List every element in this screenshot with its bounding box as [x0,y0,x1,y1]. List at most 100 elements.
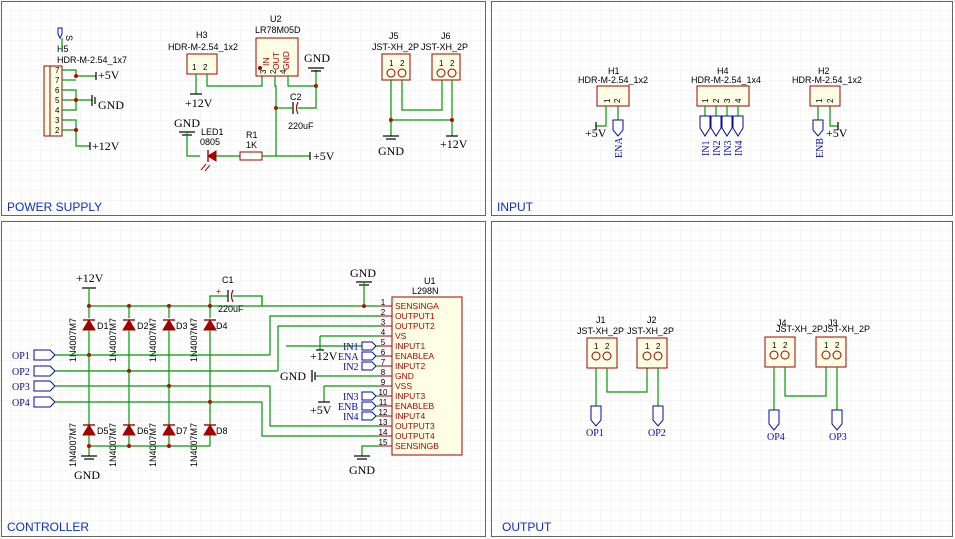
h5-pin-5: 5 [55,96,60,105]
in2-port-label: IN2 [712,140,723,156]
c1-ref: C1 [222,275,234,285]
u1-pin-number: 4 [381,328,386,337]
h5-pin-7b: 7 [55,76,60,85]
j5-pin-2: 2 [400,59,405,68]
j2-body [636,337,668,369]
h5-gnd-label: GND [98,98,124,112]
d2-ref: D2 [137,321,149,331]
u1-pin-number: 15 [379,438,388,447]
u1-pin-number: 3 [381,318,386,327]
diode-gnd-label: GND [74,468,100,482]
op1-port-shape [33,349,56,361]
j6-body [431,53,461,81]
ena-port-label: ENA [614,137,625,158]
j5-body [381,53,411,81]
h1-value: HDR-M-2.54_1x2 [578,75,648,85]
schematic-sheet: POWER SUPPLY INPUT CONTROLLER OUTPUT H5 … [0,0,955,539]
u1-pin-number: 9 [381,378,386,387]
u2-value: LR78M05D [255,25,301,35]
j4-body [764,336,796,368]
h2-pin-1: 1 [815,98,824,103]
j6-pin-2: 2 [450,59,455,68]
u1-in1-flag [361,341,377,351]
h4-pin-4: 4 [734,98,743,103]
h3-value: HDR-M-2.54_1x2 [168,42,238,52]
j3-pin-2: 2 [835,341,840,350]
j3-pin-1: 1 [824,341,829,350]
u1-pin-name: OUTPUT2 [395,321,435,331]
u1-pin-number: 1 [381,298,386,307]
j2-op2-label: OP2 [648,428,666,439]
u1-in4-flag [361,411,377,421]
j5-value: JST-XH_2P [372,42,419,52]
c2-ref: C2 [290,92,302,102]
u1-pin-name: INPUT2 [395,361,426,371]
led1-ref: LED1 [201,127,224,137]
u1-pin-name: INPUT1 [395,341,426,351]
enb-port-label: ENB [815,138,826,158]
j6-ref: J6 [441,31,451,41]
u1-pin-name: ENABLEA [395,351,435,361]
led-gnd-label: GND [174,116,200,130]
j4-pin-2: 2 [783,341,788,350]
u1-ref: U1 [424,276,436,286]
h1-pin-1: 1 [603,98,612,103]
d4-ref: D4 [216,321,228,331]
d1-ref: D1 [97,321,109,331]
h3-pin-1: 1 [192,63,197,72]
u1-vs-12v-label: +12V [310,349,338,363]
u1-pin-name: ENABLEB [395,401,435,411]
u1-pin-name: SENSINGA [395,301,439,311]
h5-value: HDR-M-2.54_1x7 [57,55,127,65]
h3-pin-2: 2 [203,63,208,72]
h4-pin-3: 3 [723,98,732,103]
j3-op3-label: OP3 [829,432,847,443]
u1-in4-label: IN4 [343,412,359,423]
op1-label: OP1 [12,351,30,362]
d7-value: 1N4007M7 [148,423,158,467]
j3-value: JST-XH_2P [823,324,870,334]
section-title-output: OUTPUT [502,520,552,534]
u1-pin-name: VS [395,331,407,341]
h5-5v-label: +5V [98,68,120,82]
h5-pin-2: 2 [55,126,60,135]
op3-port-shape [33,380,56,392]
j5-gnd-label: GND [378,144,404,158]
j6-value: JST-XH_2P [421,42,468,52]
j3-body [815,336,847,368]
j4-value: JST-XH_2P [776,324,823,334]
u1-value: L298N [412,286,439,296]
d6-ref: D6 [137,426,149,436]
u2-ref: U2 [270,14,282,24]
op2-port-shape [33,365,56,377]
u1-pin-number: 14 [379,428,388,437]
u1-top-gnd-label: GND [350,266,376,280]
h5-pin-6: 6 [55,86,60,95]
h4-pin-1: 1 [701,98,710,103]
u1-pin-number: 11 [379,398,388,407]
h4-value: HDR-M-2.54_1x4 [691,75,761,85]
j1-value: JST-XH_2P [577,326,624,336]
op3-label: OP3 [12,382,30,393]
h5-pin-3: 3 [55,116,60,125]
in4-port-label: IN4 [734,140,745,156]
u1-in2-flag [361,361,377,371]
j1-pin-2: 2 [605,342,610,351]
u2-pin-gnd: GND [281,51,291,70]
in3-port-label: IN3 [723,140,734,156]
op4-port-shape [33,396,56,408]
h1-pin-2: 2 [613,98,622,103]
s-port-label: S [64,35,74,41]
j2-ref: J2 [647,315,657,325]
j1-ref: J1 [596,315,606,325]
c2-value: 220uF [288,121,314,131]
section-title-input: INPUT [497,200,534,214]
j2-pin-1: 1 [645,342,650,351]
d8-value: 1N4007M7 [189,423,199,467]
u1-in2-label: IN2 [343,362,359,373]
h1-5v-label: +5V [585,126,607,140]
h2-5v-label: +5V [826,126,848,140]
h5-pin-7a: 7 [55,66,60,75]
op2-label: OP2 [12,367,30,378]
op4-label: OP4 [12,398,30,409]
